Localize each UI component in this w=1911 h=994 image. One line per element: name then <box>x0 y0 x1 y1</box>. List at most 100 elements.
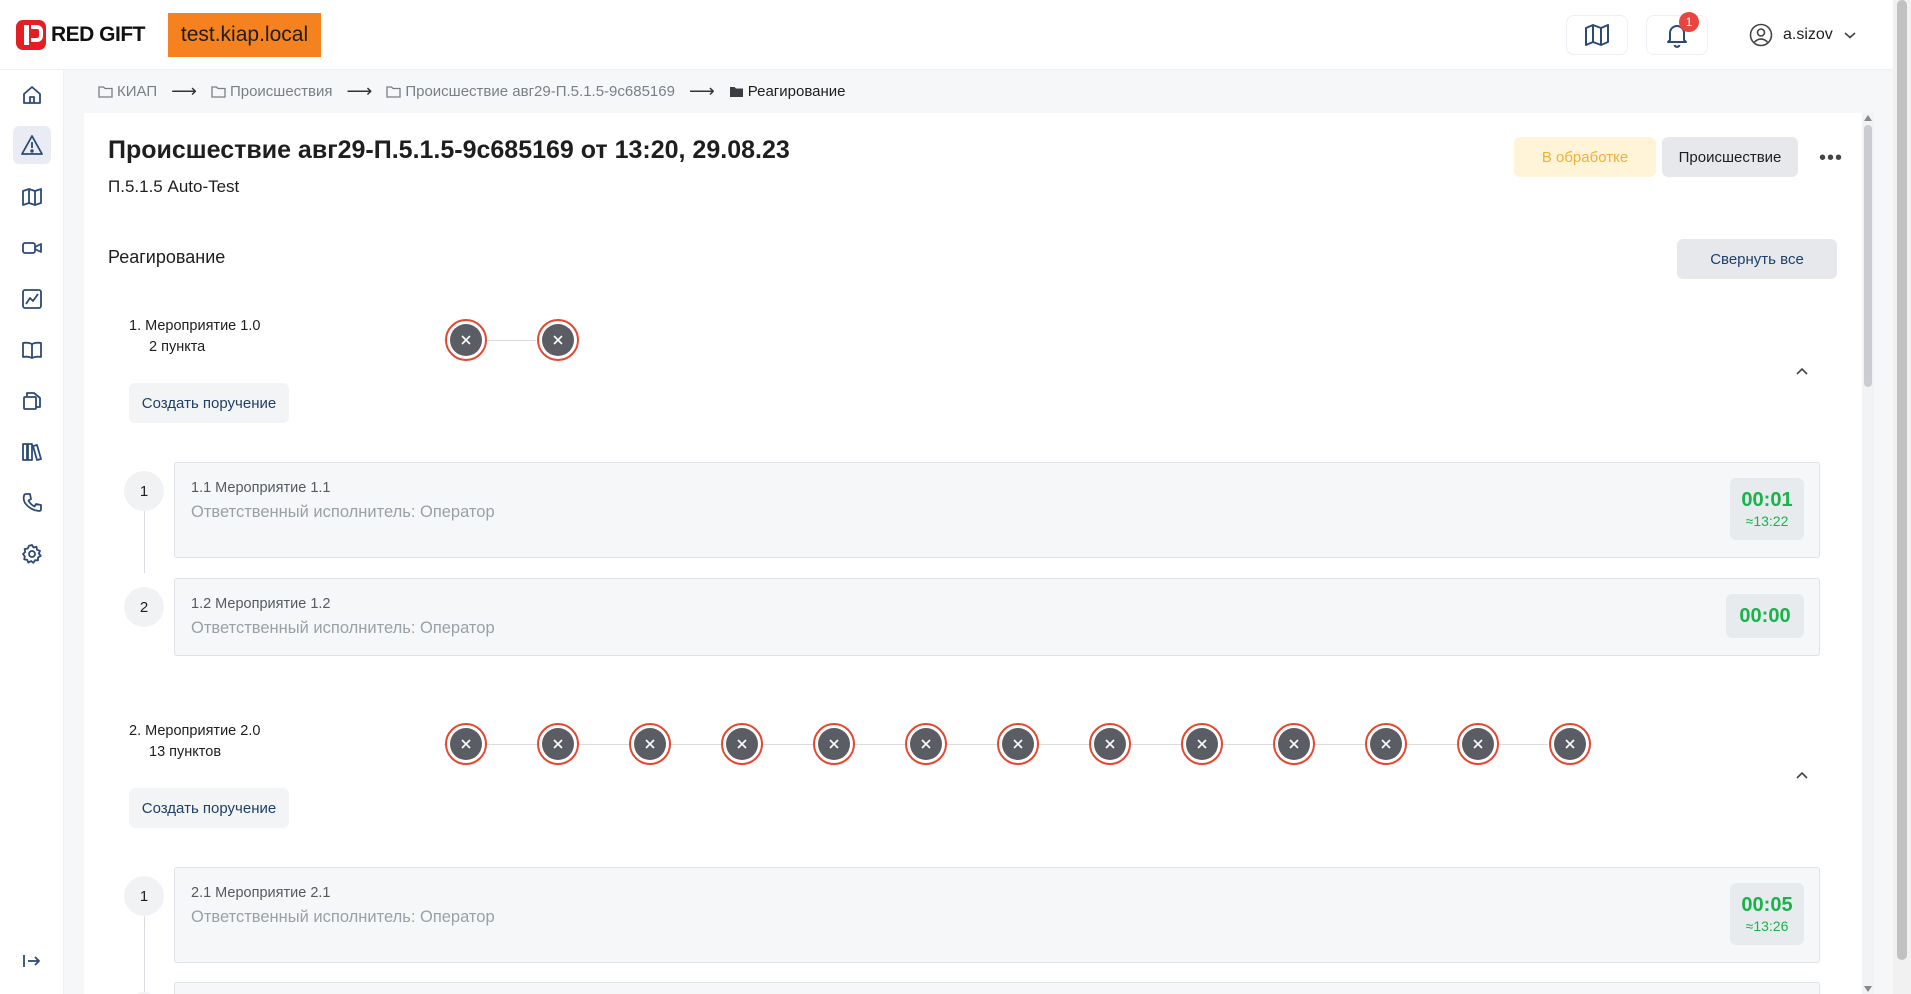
breadcrumb-label: КИАП <box>117 82 158 100</box>
collapse-event-chevron-up-icon[interactable] <box>1792 767 1812 783</box>
close-icon <box>1462 728 1494 760</box>
task-title: 1.1 Мероприятие 1.1 <box>191 480 331 496</box>
step-status-node[interactable] <box>445 319 487 361</box>
sidebar-item-map[interactable] <box>13 178 51 216</box>
sidebar-item-calls[interactable] <box>13 484 51 522</box>
close-icon <box>1186 728 1218 760</box>
sidebar-item-documents[interactable] <box>13 382 51 420</box>
close-icon <box>1094 728 1126 760</box>
event-count: 2 пункта <box>149 339 206 355</box>
sidebar-item-library[interactable] <box>13 433 51 471</box>
sidebar <box>0 70 64 994</box>
sidebar-item-settings[interactable] <box>13 535 51 573</box>
breadcrumb-label: Происшествие авг29-П.5.1.5-9c685169 <box>405 82 675 100</box>
user-name: a.sizov <box>1783 26 1833 43</box>
incident-panel: Происшествие авг29-П.5.1.5-9c685169 от 1… <box>84 113 1874 994</box>
step-status-node[interactable] <box>1089 723 1131 765</box>
task-responsible: Ответственный исполнитель: Оператор <box>191 503 495 521</box>
step-status-node[interactable] <box>537 319 579 361</box>
incident-type-button[interactable]: Происшествие <box>1662 137 1798 177</box>
panel-scrollbar[interactable] <box>1862 113 1874 994</box>
more-options-icon[interactable]: ••• <box>1816 147 1846 169</box>
breadcrumb-arrow-icon: ⟶ <box>346 80 373 101</box>
step-status-node[interactable] <box>629 723 671 765</box>
step-status-node[interactable] <box>1457 723 1499 765</box>
collapse-all-button[interactable]: Свернуть все <box>1677 239 1837 279</box>
timer-value: 00:05 <box>1741 894 1793 916</box>
step-status-node[interactable] <box>1273 723 1315 765</box>
task-number: 2 <box>124 587 164 627</box>
collapse-event-chevron-up-icon[interactable] <box>1792 363 1812 379</box>
window-scrollbar-thumb[interactable] <box>1897 0 1907 960</box>
sidebar-item-incidents[interactable] <box>13 126 51 164</box>
close-icon <box>910 728 942 760</box>
step-status-node[interactable] <box>721 723 763 765</box>
step-status-node[interactable] <box>1365 723 1407 765</box>
timer-value: 00:01 <box>1741 489 1793 511</box>
task-number: 1 <box>124 471 164 511</box>
sidebar-item-home[interactable] <box>13 76 51 114</box>
task-card[interactable]: 2.1 Мероприятие 2.1 Ответственный исполн… <box>174 867 1820 963</box>
step-status-node[interactable] <box>905 723 947 765</box>
sidebar-logout[interactable] <box>13 942 51 980</box>
breadcrumb: КИАП ⟶ Происшествия ⟶ Происшествие авг29… <box>98 81 845 101</box>
breadcrumb-item-incidents[interactable]: Происшествия <box>211 83 333 100</box>
folder-icon <box>386 85 401 98</box>
breadcrumb-label: Происшествия <box>229 82 333 100</box>
step-status-node[interactable] <box>445 723 487 765</box>
alert-icon <box>21 135 43 155</box>
map-icon <box>22 188 42 206</box>
window-scrollbar[interactable] <box>1893 0 1911 994</box>
scroll-down-arrow-icon[interactable] <box>1864 986 1872 992</box>
breadcrumb-item-kiap[interactable]: КИАП <box>98 83 157 100</box>
user-menu[interactable]: a.sizov <box>1749 22 1857 48</box>
event-name: 1. Мероприятие 1.0 <box>129 318 261 334</box>
folder-icon <box>98 85 113 98</box>
step-status-node[interactable] <box>997 723 1039 765</box>
step-status-node[interactable] <box>537 723 579 765</box>
scroll-up-arrow-icon[interactable] <box>1864 115 1872 121</box>
logo-mark-icon <box>16 20 46 50</box>
sidebar-item-video[interactable] <box>13 229 51 267</box>
status-badge: В обработке <box>1514 137 1656 177</box>
breadcrumb-arrow-icon: ⟶ <box>171 80 197 101</box>
close-icon <box>1002 728 1034 760</box>
chart-icon <box>22 289 42 309</box>
sidebar-item-reference[interactable] <box>13 331 51 369</box>
page-subtitle: П.5.1.5 Auto-Test <box>108 177 240 196</box>
close-icon <box>726 728 758 760</box>
folder-filled-icon <box>729 86 743 97</box>
timer-eta: ≈13:22 <box>1745 513 1789 529</box>
create-task-button[interactable]: Создать поручение <box>129 383 289 423</box>
step-status-node[interactable] <box>813 723 855 765</box>
task-card[interactable]: 1.2 Мероприятие 1.2 Ответственный исполн… <box>174 578 1820 656</box>
close-icon <box>450 728 482 760</box>
home-icon <box>23 86 41 104</box>
map-button[interactable] <box>1566 15 1628 55</box>
top-bar: RED GIFT test.kiap.local 1 a.sizov <box>0 0 1893 70</box>
create-task-button[interactable]: Создать поручение <box>129 788 289 828</box>
close-icon <box>450 324 482 356</box>
environment-badge: test.kiap.local <box>168 13 321 57</box>
close-icon <box>818 728 850 760</box>
page-title: Происшествие авг29-П.5.1.5-9c685169 от 1… <box>108 136 790 164</box>
task-card[interactable]: 1.1 Мероприятие 1.1 Ответственный исполн… <box>174 462 1820 558</box>
step-status-node[interactable] <box>1181 723 1223 765</box>
task-timer: 00:01 ≈13:22 <box>1730 478 1804 540</box>
chevron-down-icon <box>1844 32 1856 39</box>
timer-eta: ≈13:26 <box>1745 918 1789 934</box>
logo[interactable]: RED GIFT <box>16 20 146 50</box>
task-timer: 00:05 ≈13:26 <box>1730 883 1804 945</box>
section-title: Реагирование <box>108 247 226 267</box>
sidebar-item-analytics[interactable] <box>13 280 51 318</box>
scrollbar-thumb[interactable] <box>1864 125 1872 387</box>
close-icon <box>1278 728 1310 760</box>
map-icon <box>1585 24 1609 46</box>
breadcrumb-item-incident[interactable]: Происшествие авг29-П.5.1.5-9c685169 <box>386 83 675 100</box>
step-status-node[interactable] <box>1549 723 1591 765</box>
book-icon <box>22 341 42 359</box>
task-timer: 00:00 <box>1726 594 1804 638</box>
close-icon <box>542 728 574 760</box>
phone-icon <box>22 493 42 512</box>
task-card[interactable] <box>174 982 1820 994</box>
